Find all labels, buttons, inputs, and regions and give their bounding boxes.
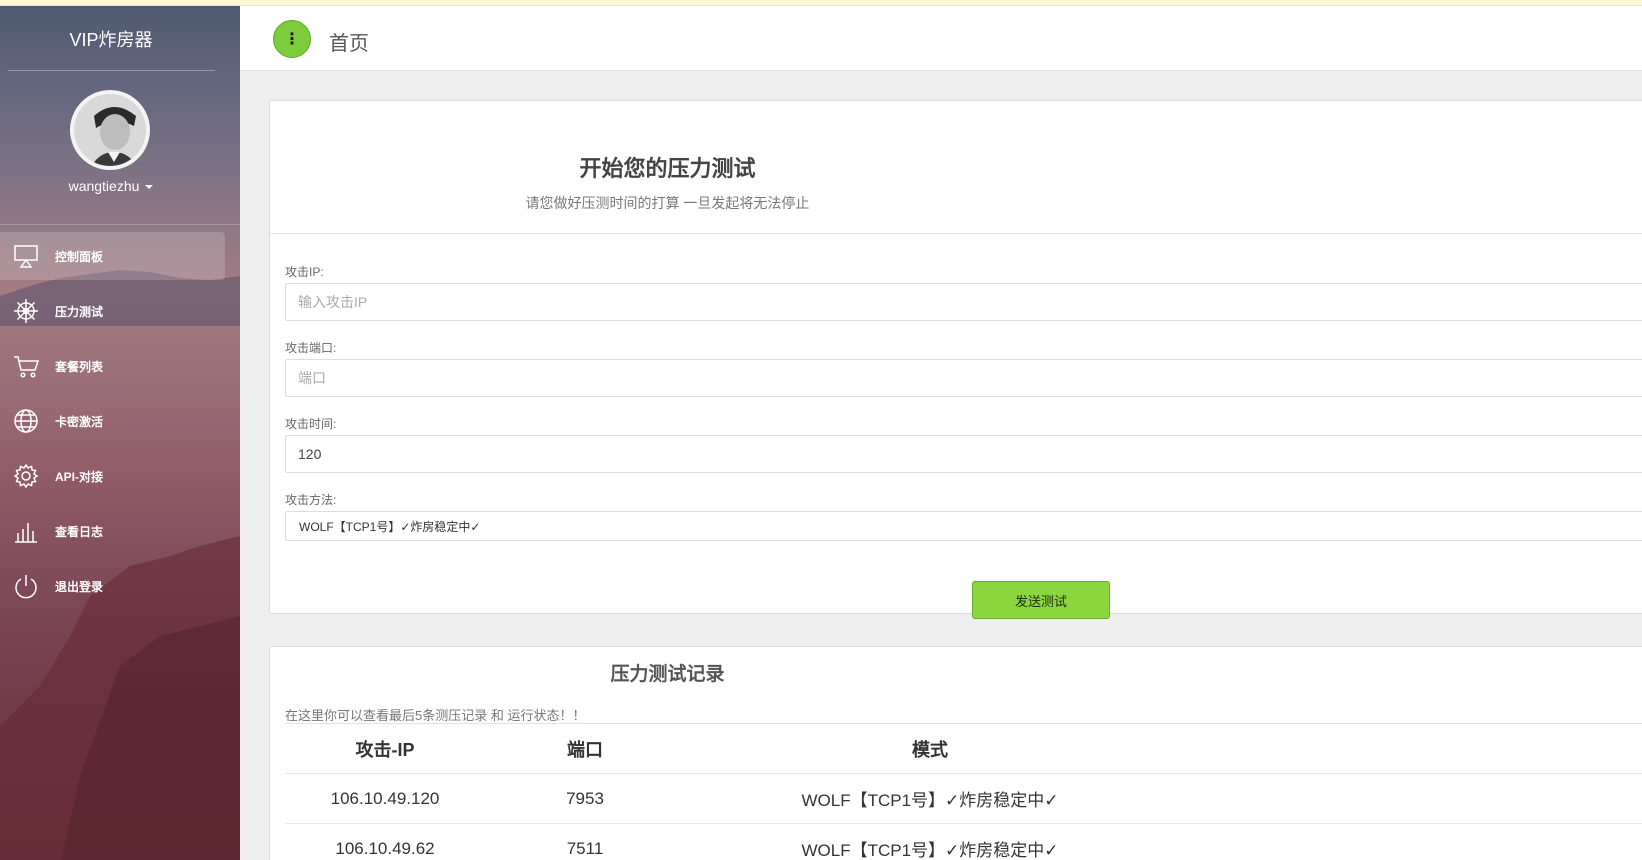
cell-port: 7511 (485, 823, 685, 860)
sidebar-item-label: 退出登录 (55, 579, 104, 594)
cell-mode: WOLF【TCP1号】✓炸房稳定中✓ (685, 823, 1175, 860)
avatar-image (74, 94, 146, 166)
method-selected-value: WOLF【TCP1号】✓炸房稳定中✓ (299, 519, 481, 534)
sidebar-item-dashboard[interactable]: 控制面板 (0, 232, 225, 280)
sidebar-nav: 控制面板 压力测试 套餐列表 卡密激活 API-对接 查看日志 退出登录 (0, 232, 240, 617)
form-subtitle: 请您做好压测时间的打算 一旦发起将无法停止 (525, 195, 810, 211)
bar-chart-icon (11, 516, 41, 546)
method-label: 攻击方法: (285, 493, 337, 507)
column-header-port: 端口 (485, 723, 685, 774)
send-test-label: 发送测试 (1014, 593, 1067, 609)
records-note: 在这里你可以查看最后5条测压记录 和 运行状态！！ (285, 708, 586, 723)
sidebar-item-logout[interactable]: 退出登录 (0, 562, 240, 610)
time-input[interactable] (285, 435, 1642, 473)
sidebar-item-stress-test[interactable]: 压力测试 (0, 287, 240, 335)
sidebar: VIP炸房器 wangtiezhu 控制面板 压力测试 套餐列表 卡密激活 AP… (0, 6, 240, 860)
power-icon (11, 571, 41, 601)
cart-icon (11, 351, 41, 381)
column-header-ip: 攻击-IP (285, 723, 485, 774)
ip-input[interactable] (285, 283, 1642, 321)
sidebar-item-label: 卡密激活 (55, 414, 104, 429)
table-row: 106.10.49.62 7511 WOLF【TCP1号】✓炸房稳定中✓ (285, 823, 1642, 860)
port-input[interactable] (285, 359, 1642, 397)
more-vertical-icon: ⋮ (284, 31, 300, 48)
caret-down-icon (145, 185, 154, 190)
sidebar-item-logs[interactable]: 查看日志 (0, 507, 240, 555)
sidebar-item-label: 压力测试 (55, 304, 104, 319)
port-label: 攻击端口: (285, 341, 337, 355)
cell-port: 7953 (485, 773, 685, 824)
column-header-empty (1175, 723, 1642, 774)
sidebar-item-packages[interactable]: 套餐列表 (0, 342, 240, 390)
avatar[interactable] (70, 90, 150, 170)
sidebar-item-label: 套餐列表 (55, 359, 104, 374)
brand-title: VIP炸房器 (69, 30, 153, 50)
menu-toggle-button[interactable]: ⋮ (273, 20, 311, 58)
time-label: 攻击时间: (285, 417, 337, 431)
top-bar: ⋮ 首页 (240, 6, 1642, 71)
cell-mode: WOLF【TCP1号】✓炸房稳定中✓ (685, 773, 1175, 824)
main-content: ⋮ 首页 开始您的压力测试 请您做好压测时间的打算 一旦发起将无法停止 攻击IP… (240, 6, 1642, 860)
cell-ip: 106.10.49.62 (285, 823, 485, 860)
stress-test-form-card: 开始您的压力测试 请您做好压测时间的打算 一旦发起将无法停止 攻击IP: 攻击端… (269, 100, 1642, 619)
username: wangtiezhu (68, 178, 140, 194)
sidebar-item-label: API-对接 (55, 469, 104, 484)
sidebar-item-label: 查看日志 (55, 524, 104, 539)
ship-wheel-icon (11, 296, 41, 326)
cell-empty (1175, 823, 1642, 860)
sidebar-item-card-activation[interactable]: 卡密激活 (0, 397, 240, 445)
globe-icon (11, 406, 41, 436)
records-title: 压力测试记录 (610, 664, 725, 685)
send-test-button[interactable]: 发送测试 (972, 581, 1110, 619)
user-menu-toggle[interactable]: wangtiezhu (0, 178, 222, 194)
top-notice-bar (0, 0, 1642, 6)
cell-empty (1175, 773, 1642, 824)
divider (270, 233, 1642, 234)
table-row: 106.10.49.120 7953 WOLF【TCP1号】✓炸房稳定中✓ (285, 773, 1642, 824)
cell-ip: 106.10.49.120 (285, 773, 485, 824)
page-title: 首页 (329, 33, 369, 55)
gear-icon (11, 461, 41, 491)
method-select[interactable]: WOLF【TCP1号】✓炸房稳定中✓ (285, 511, 1642, 541)
column-header-mode: 模式 (685, 723, 1175, 774)
sidebar-item-label: 控制面板 (55, 249, 104, 264)
form-title: 开始您的压力测试 (579, 156, 756, 181)
monitor-icon (11, 241, 41, 271)
divider (0, 224, 240, 225)
records-table: 攻击-IP 端口 模式 106.10.49.120 7953 WOLF【TCP1… (285, 723, 1642, 860)
divider (8, 70, 215, 71)
ip-label: 攻击IP: (285, 265, 324, 279)
table-header-row: 攻击-IP 端口 模式 (285, 723, 1642, 774)
sidebar-item-api[interactable]: API-对接 (0, 452, 240, 500)
test-records-card: 压力测试记录 在这里你可以查看最后5条测压记录 和 运行状态！！ 攻击-IP 端… (269, 646, 1642, 860)
